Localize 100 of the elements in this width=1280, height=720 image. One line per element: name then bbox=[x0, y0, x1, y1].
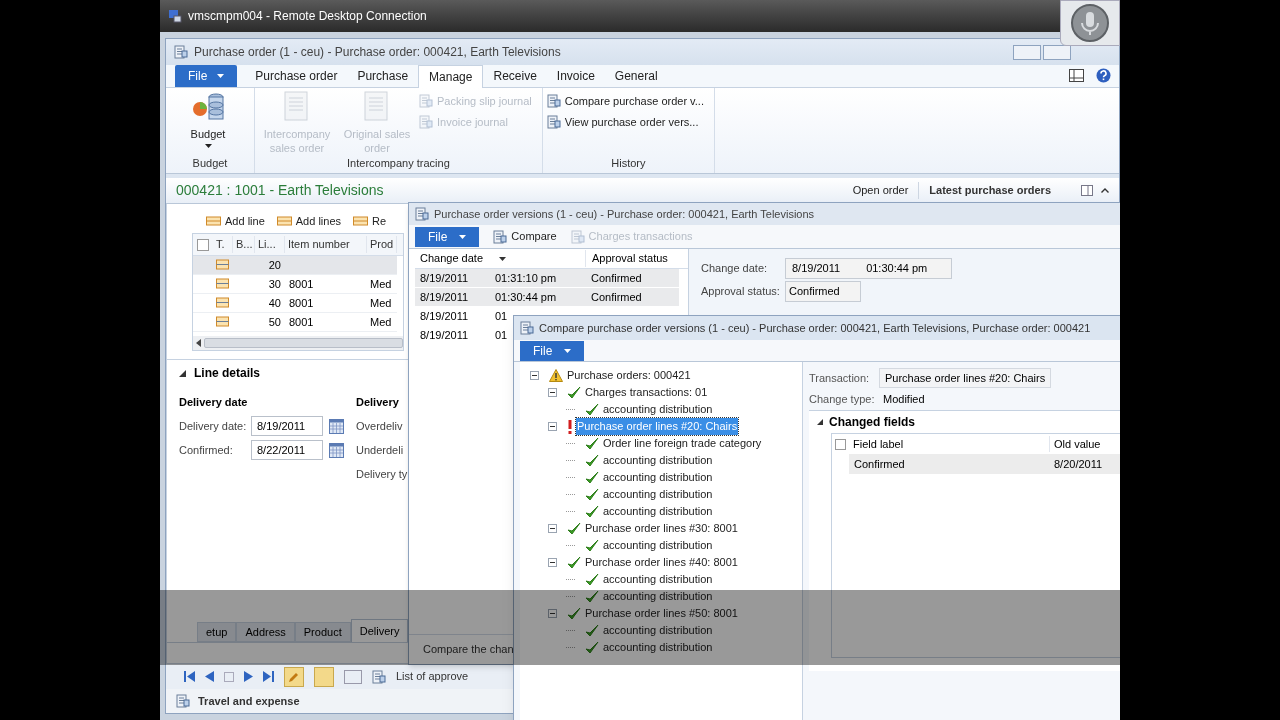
item-number-cell-text: 8001 bbox=[288, 314, 315, 330]
grid-row[interactable]: 20 bbox=[193, 256, 397, 275]
ribbon-button[interactable]: Budget bbox=[170, 91, 246, 155]
time-cell-text: 01 bbox=[494, 328, 509, 344]
tree-item[interactable]: accounting distribution bbox=[602, 452, 714, 469]
line-action-button[interactable]: Add lines bbox=[276, 212, 342, 230]
calendar-icon[interactable] bbox=[329, 418, 344, 434]
version-row[interactable]: 8/19/2011 01 bbox=[415, 307, 510, 326]
field-label-cell-text: Confirmed bbox=[853, 456, 906, 472]
edit-pencil-icon[interactable] bbox=[284, 666, 304, 687]
line-action-button[interactable]: Re bbox=[353, 212, 387, 230]
calendar-icon[interactable] bbox=[329, 442, 344, 458]
column-header[interactable]: Prod bbox=[367, 236, 397, 253]
tree-item[interactable]: Purchase order lines #40: 8001 bbox=[584, 554, 739, 571]
sort-caret-icon[interactable] bbox=[499, 256, 506, 261]
product-cell-text: Med bbox=[369, 295, 393, 311]
tree-item[interactable]: Purchase order lines #50: 8001 bbox=[584, 605, 739, 622]
tree-item[interactable]: accounting distribution bbox=[602, 486, 714, 503]
tree-item[interactable]: accounting distribution bbox=[602, 537, 714, 554]
ribbon-tab[interactable]: Receive bbox=[483, 65, 547, 87]
ribbon-tab[interactable]: Invoice bbox=[546, 65, 605, 87]
detail-tab[interactable]: Delivery bbox=[350, 619, 409, 642]
scroll-left-icon[interactable] bbox=[196, 339, 201, 347]
date-cell-text: 8/19/2011 bbox=[419, 270, 470, 286]
version-row[interactable]: 8/19/2011 01:31:10 pm Confirmed bbox=[415, 269, 679, 288]
line-action-button[interactable]: Add line bbox=[206, 212, 265, 230]
computer-icon bbox=[168, 9, 182, 23]
column-header[interactable]: Change date bbox=[415, 250, 585, 267]
tree-item[interactable]: accounting distribution bbox=[602, 622, 714, 639]
caret-icon bbox=[564, 348, 572, 353]
grid-row[interactable]: 30 8001 Med bbox=[193, 275, 397, 294]
version-row[interactable]: 8/19/2011 01:30:44 pm Confirmed bbox=[415, 288, 679, 307]
tree-item[interactable]: Purchase orders: 000421 bbox=[566, 367, 692, 384]
product-cell-text: Med bbox=[369, 276, 393, 292]
microphone-widget[interactable] bbox=[1060, 0, 1120, 46]
ribbon-button[interactable]: View purchase order vers... bbox=[546, 113, 710, 131]
column-header[interactable]: Item number bbox=[285, 236, 367, 253]
grid-row[interactable]: 40 8001 Med bbox=[193, 294, 397, 313]
column-header[interactable]: Li... bbox=[255, 236, 285, 253]
tree-item[interactable]: accounting distribution bbox=[602, 639, 714, 656]
ribbon-tab[interactable]: Purchase bbox=[347, 65, 419, 87]
column-header[interactable]: T. bbox=[213, 236, 233, 253]
panel-layout-icon[interactable] bbox=[1069, 69, 1084, 82]
section-title[interactable]: Line details bbox=[194, 364, 261, 382]
first-record-icon[interactable] bbox=[184, 671, 195, 682]
collapse-triangle-icon[interactable] bbox=[817, 419, 823, 425]
grid-row[interactable]: 50 8001 Med bbox=[193, 313, 397, 332]
detail-tab[interactable]: etup bbox=[197, 622, 237, 642]
ribbon-tab[interactable]: General bbox=[604, 65, 668, 87]
section-title[interactable]: Changed fields bbox=[829, 413, 915, 431]
collapse-icon[interactable] bbox=[530, 371, 539, 380]
tree-item[interactable]: accounting distribution bbox=[602, 571, 714, 588]
select-all-checkbox[interactable] bbox=[835, 438, 846, 450]
column-header[interactable]: Field label bbox=[849, 435, 1049, 453]
collapse-icon[interactable] bbox=[548, 524, 557, 533]
tree-item[interactable]: Purchase order lines #30: 8001 bbox=[584, 520, 739, 537]
detail-tab[interactable]: Address bbox=[236, 622, 295, 642]
help-icon[interactable] bbox=[1096, 68, 1111, 83]
tree-item[interactable]: accounting distribution bbox=[602, 469, 714, 486]
select-all-checkbox[interactable] bbox=[197, 238, 209, 251]
column-header[interactable]: Old value bbox=[1049, 435, 1101, 453]
next-record-icon[interactable] bbox=[244, 671, 253, 682]
navigation-item[interactable]: Travel and expense bbox=[198, 692, 300, 710]
collapse-triangle-icon[interactable] bbox=[179, 369, 186, 377]
header-link[interactable]: Open order bbox=[842, 182, 919, 199]
line-number-cell-text: 40 bbox=[267, 295, 282, 311]
tree-item[interactable]: Order line foreign trade category bbox=[602, 435, 763, 452]
column-header[interactable]: Approval status bbox=[585, 250, 677, 267]
scrollbar-thumb[interactable] bbox=[204, 338, 403, 348]
detail-tab[interactable]: Product bbox=[294, 622, 351, 642]
column-header[interactable]: B... bbox=[233, 236, 255, 253]
pane-icon[interactable] bbox=[1081, 185, 1093, 196]
tree-item[interactable]: accounting distribution bbox=[602, 588, 714, 605]
ribbon-button[interactable]: Compare purchase order v... bbox=[546, 92, 710, 110]
file-menu-button[interactable]: File bbox=[175, 65, 238, 87]
date-field[interactable]: 8/22/2011 bbox=[251, 440, 323, 460]
header-link[interactable]: Latest purchase orders bbox=[918, 182, 1061, 199]
change-type-value: Modified bbox=[883, 392, 925, 408]
date-field[interactable]: 8/19/2011 bbox=[251, 416, 323, 436]
collapse-icon[interactable] bbox=[548, 609, 557, 618]
last-record-icon[interactable] bbox=[263, 671, 274, 682]
version-row[interactable]: 8/19/2011 01 bbox=[415, 326, 510, 345]
field-label: Delivery ty bbox=[356, 466, 408, 482]
collapse-icon[interactable] bbox=[548, 422, 557, 431]
collapse-icon[interactable] bbox=[548, 558, 557, 567]
collapse-icon[interactable] bbox=[1101, 188, 1109, 193]
tree-item[interactable]: accounting distribution bbox=[602, 503, 714, 520]
ribbon-tab[interactable]: Manage bbox=[418, 65, 484, 88]
previous-record-icon[interactable] bbox=[205, 671, 214, 682]
check-icon bbox=[567, 385, 581, 400]
file-menu-button[interactable]: File bbox=[415, 226, 480, 247]
field-label: Change date: bbox=[701, 260, 769, 276]
tree-item[interactable]: accounting distribution bbox=[602, 401, 714, 418]
toolbar-button[interactable]: Compare bbox=[493, 228, 557, 245]
changed-field-row[interactable]: Confirmed 8/20/2011 bbox=[849, 454, 1120, 474]
tree-item[interactable]: Charges transactions: 01 bbox=[584, 384, 709, 401]
check-icon bbox=[585, 470, 599, 485]
collapse-icon[interactable] bbox=[548, 388, 557, 397]
file-menu-button[interactable]: File bbox=[520, 340, 585, 361]
ribbon-tab[interactable]: Purchase order bbox=[245, 65, 348, 87]
